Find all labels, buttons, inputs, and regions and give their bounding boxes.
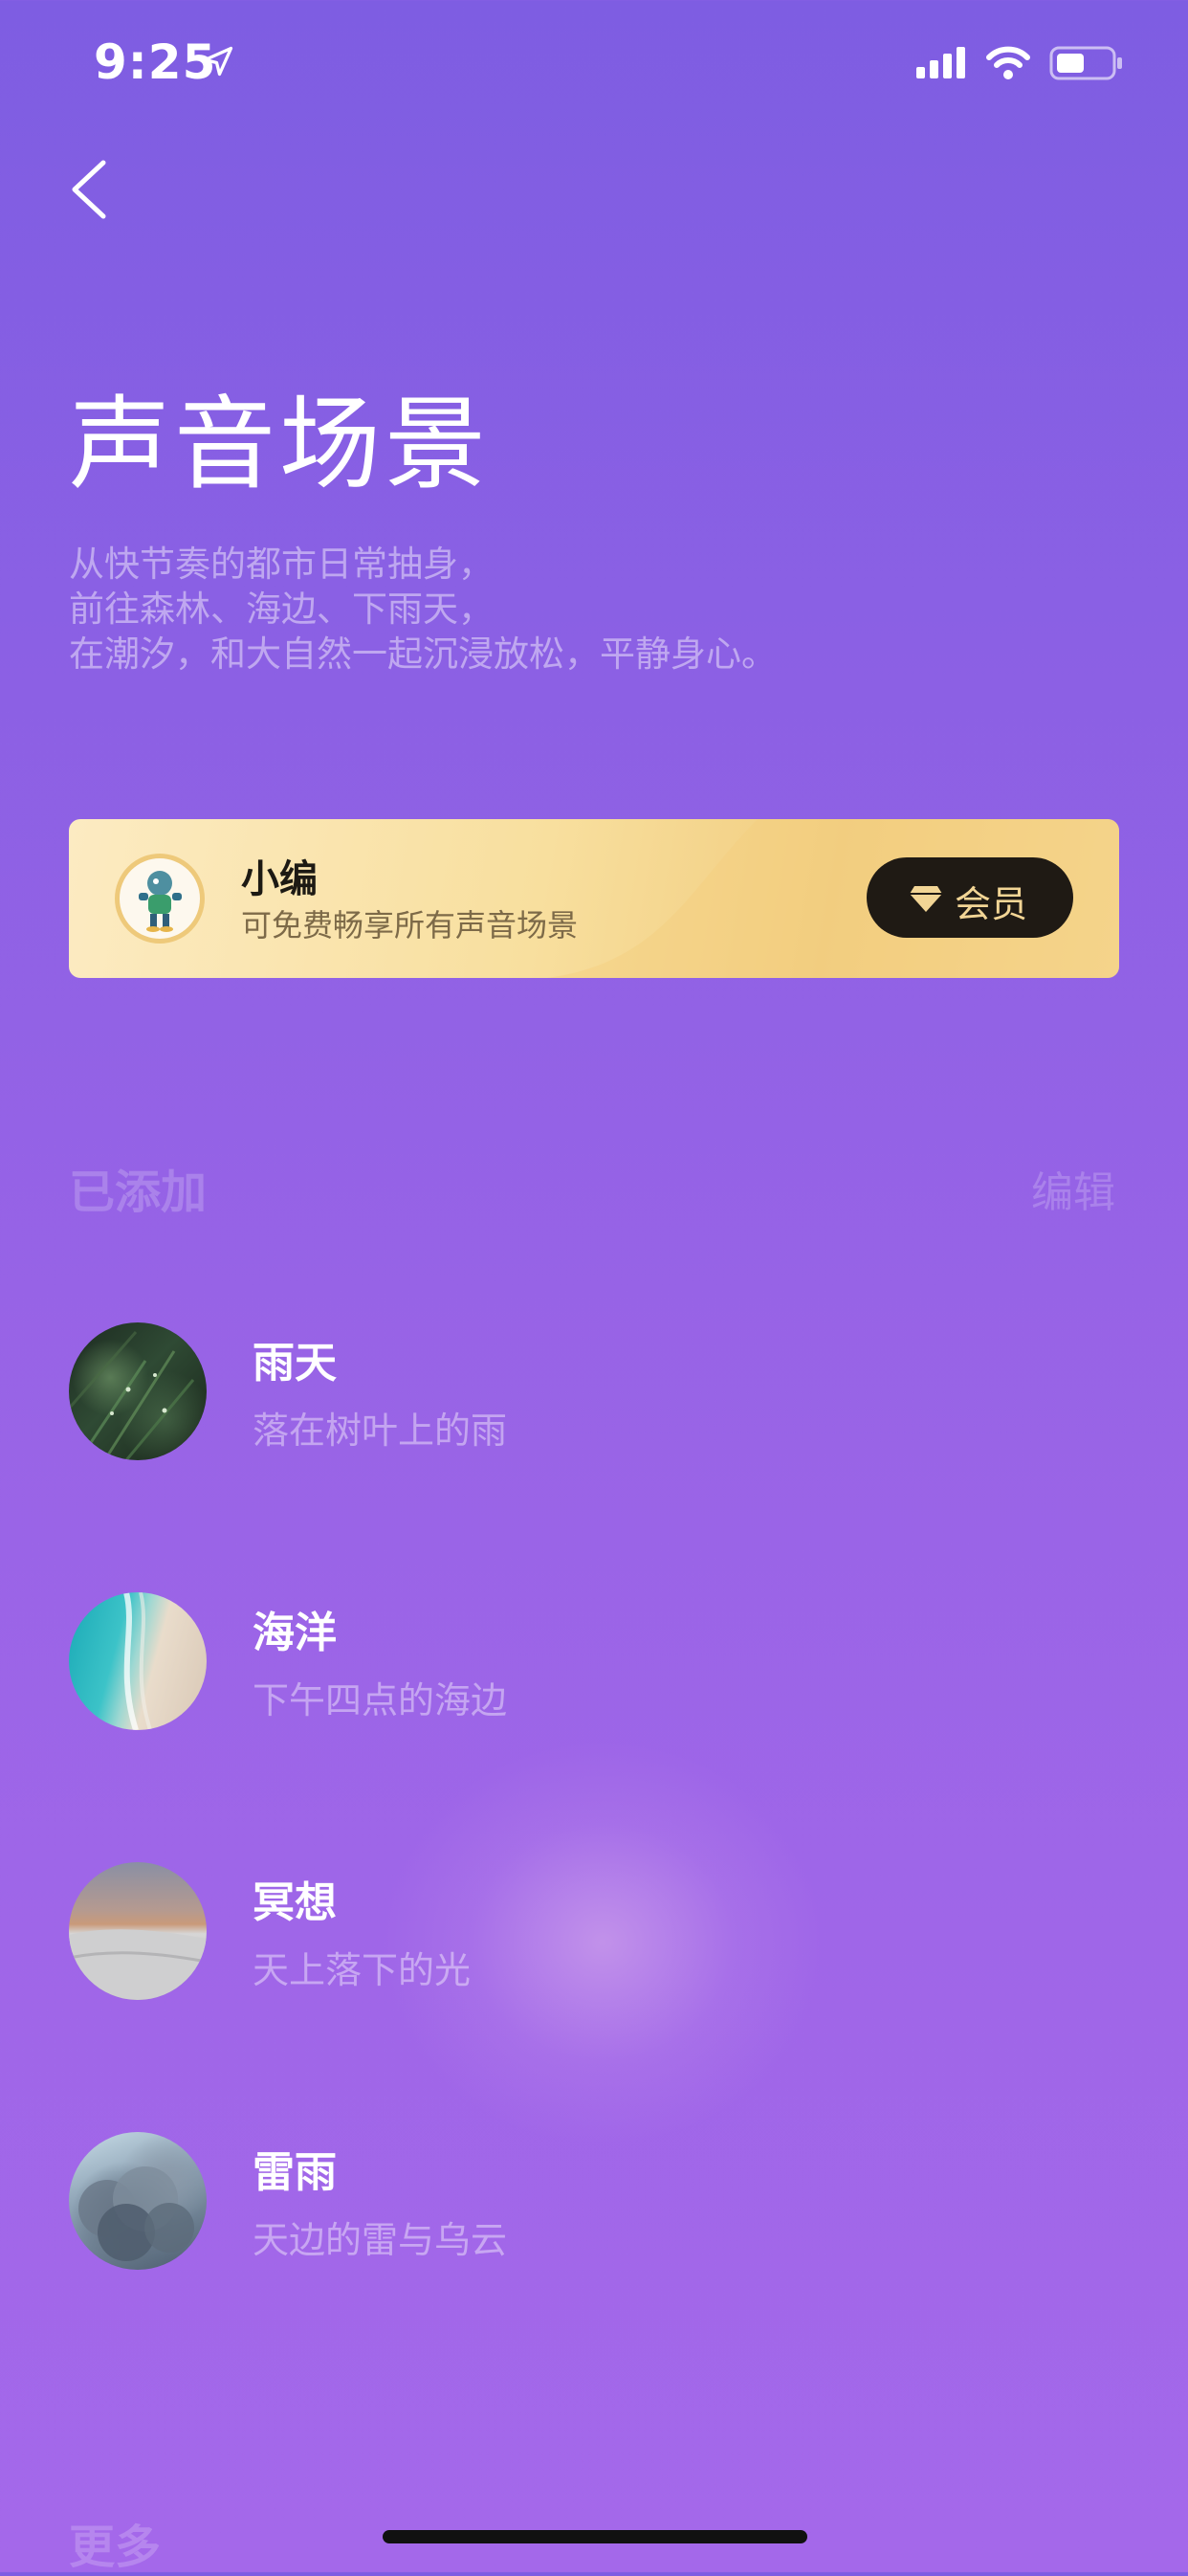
vip-button[interactable]: 会员 [867,857,1073,938]
edit-button[interactable]: 编辑 [1031,1158,1115,1219]
description-line: 在潮汐，和大自然一起沉浸放松，平静身心。 [69,633,777,675]
page-title: 声音场景 [69,386,490,503]
desert-sky-image [69,1929,207,2000]
scene-item-rain[interactable]: 雨天 落在树叶上的雨 [69,1322,1119,1466]
scene-thumbnail [69,1592,207,1730]
scene-thumbnail [69,2132,207,2270]
rain-leaves-image [69,1331,195,1460]
scene-item-meditation[interactable]: 冥想 天上落下的光 [69,1862,1119,2006]
storm-clouds-image [78,2166,194,2261]
scene-title: 雨天 [253,1339,337,1388]
avatar[interactable] [115,854,205,944]
scene-title: 雷雨 [253,2148,337,2197]
added-section-title: 已添加 [69,1166,208,1219]
status-time: 9:25 [94,34,217,90]
member-card[interactable]: 小编 可免费畅享所有声音场景 会员 [69,819,1119,978]
status-bar: 9:25 [0,0,1188,126]
description-line: 前往森林、海边、下雨天， [69,588,494,630]
wifi-icon [986,46,1030,79]
scene-item-ocean[interactable]: 海洋 下午四点的海边 [69,1592,1119,1736]
back-button[interactable] [65,157,119,222]
battery-icon [1049,46,1122,80]
ocean-beach-image [123,1592,152,1730]
home-indicator[interactable] [383,2530,807,2543]
description-line: 从快节奏的都市日常抽身， [69,544,494,585]
more-section-title: 更多 [69,2520,162,2574]
vip-button-label: 会员 [955,883,1028,925]
diamond-icon [910,886,942,912]
scene-thumbnail [69,1862,207,2000]
member-subtitle: 可免费畅享所有声音场景 [241,907,579,944]
scene-title: 海洋 [253,1609,337,1657]
scene-subtitle: 下午四点的海边 [253,1679,508,1721]
scene-thumbnail [69,1322,207,1460]
location-arrow-icon [203,46,233,77]
scene-title: 冥想 [253,1878,337,1927]
scene-subtitle: 落在树叶上的雨 [253,1410,508,1452]
page-description: 从快节奏的都市日常抽身， 前往森林、海边、下雨天， 在潮汐，和大自然一起沉浸放松… [69,542,777,677]
scene-item-thunderstorm[interactable]: 雷雨 天边的雷与乌云 [69,2132,1119,2276]
avatar-character-icon [139,871,182,932]
scene-subtitle: 天上落下的光 [253,1949,472,1991]
chevron-left-icon [72,160,106,219]
cellular-signal-icon [916,47,965,78]
scene-subtitle: 天边的雷与乌云 [253,2219,508,2261]
member-name: 小编 [241,857,318,901]
